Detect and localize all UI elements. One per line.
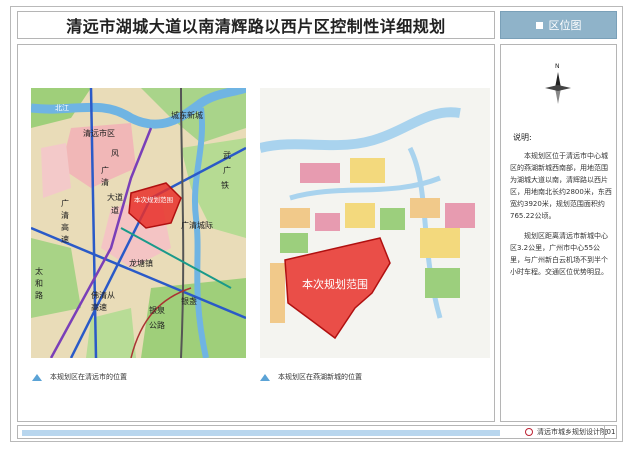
page-number: 01	[604, 426, 617, 438]
map-label: 龙塘镇	[129, 258, 153, 268]
map-label: 清远市区	[83, 128, 115, 138]
map-label: 速	[61, 235, 69, 244]
map-label: 银盏	[181, 296, 197, 306]
square-icon	[535, 21, 543, 29]
land-block	[280, 233, 308, 253]
land-block	[280, 208, 310, 228]
map-label: 大道	[107, 192, 123, 202]
land-block	[350, 158, 385, 183]
map-label: 武	[223, 150, 231, 160]
map-label: 北江	[55, 104, 69, 112]
map-label: 高	[61, 222, 69, 232]
description-text: 本规划区位于清远市中心城区的燕湖新城西南部，用地范围为湖城大道以南，清辉路以西片…	[510, 150, 614, 286]
land-block	[300, 163, 340, 183]
map1-caption: 本规划区在清远市的位置	[32, 372, 127, 382]
compass-north-label: N	[555, 63, 560, 70]
map-label: 银泉	[149, 305, 165, 315]
description-paragraph: 规划区距离清远市新城中心区3.2公里，广州市中心55公里，与广州新白云机场不到半…	[510, 232, 608, 276]
land-block	[270, 263, 285, 323]
map-label: 高速	[91, 302, 107, 312]
footer-org: 清远市城乡规划设计院	[525, 427, 607, 437]
map-label: 清	[61, 210, 69, 220]
map-label: 和	[35, 279, 43, 288]
footer-bar	[22, 430, 500, 436]
map-label: 风	[111, 149, 119, 158]
land-block	[420, 228, 460, 258]
land-block	[315, 213, 340, 231]
land-block	[345, 203, 375, 228]
map-label: 道	[111, 205, 119, 215]
description-paragraph: 本规划区位于清远市中心城区的燕湖新城西南部，用地范围为湖城大道以南，清辉路以西片…	[510, 152, 612, 220]
page-title: 清远市湖城大道以南清辉路以西片区控制性详细规划	[66, 17, 446, 36]
green-zone	[141, 278, 246, 358]
triangle-icon	[32, 373, 42, 381]
map-label: 城东新城	[171, 110, 203, 120]
map-label: 广	[61, 198, 69, 208]
caption-text: 本规划区在清远市的位置	[50, 373, 127, 381]
map-label: 广清城际	[181, 220, 213, 230]
map-label: 清	[101, 177, 109, 187]
land-block	[445, 203, 475, 228]
new-city-map-graphic: 本次规划范围	[260, 88, 490, 358]
description-title: 说明:	[513, 133, 532, 142]
map2-caption: 本规划区在燕湖新城的位置	[260, 372, 362, 382]
map-label: 公路	[149, 320, 165, 330]
title-bar: 清远市湖城大道以南清辉路以西片区控制性详细规划	[17, 11, 495, 39]
map-label: 铁	[221, 180, 229, 190]
map-label: 广	[223, 165, 231, 175]
map-label: 路	[35, 290, 43, 300]
map-label: 太	[35, 266, 43, 276]
regional-location-map: 北江 清远市区 风 广 清 大道 道 武 广 广 清 高 速 太 和 路 本次规…	[31, 88, 246, 358]
new-city-map: 本次规划范围	[260, 88, 490, 358]
triangle-icon	[260, 373, 270, 381]
org-name: 清远市城乡规划设计院	[537, 428, 607, 436]
institute-logo-icon	[525, 428, 533, 436]
compass-needle-ew	[545, 85, 571, 91]
caption-text: 本规划区在燕湖新城的位置	[278, 373, 362, 381]
north-arrow-icon: N	[545, 63, 571, 104]
location-tab[interactable]: 区位图	[500, 11, 617, 39]
location-tab-label: 区位图	[548, 19, 582, 32]
map-label: 佛清从	[91, 290, 115, 300]
map-label: 广	[101, 165, 109, 175]
regional-map-graphic: 北江 清远市区 风 广 清 大道 道 武 广 广 清 高 速 太 和 路 本次规…	[31, 88, 246, 358]
plan-area-label: 本次规划范围	[302, 277, 368, 291]
land-block	[410, 198, 440, 218]
plan-area-label: 本次规划范围	[134, 195, 173, 204]
compass: N	[543, 60, 573, 106]
land-block	[425, 268, 460, 298]
land-block	[380, 208, 405, 230]
